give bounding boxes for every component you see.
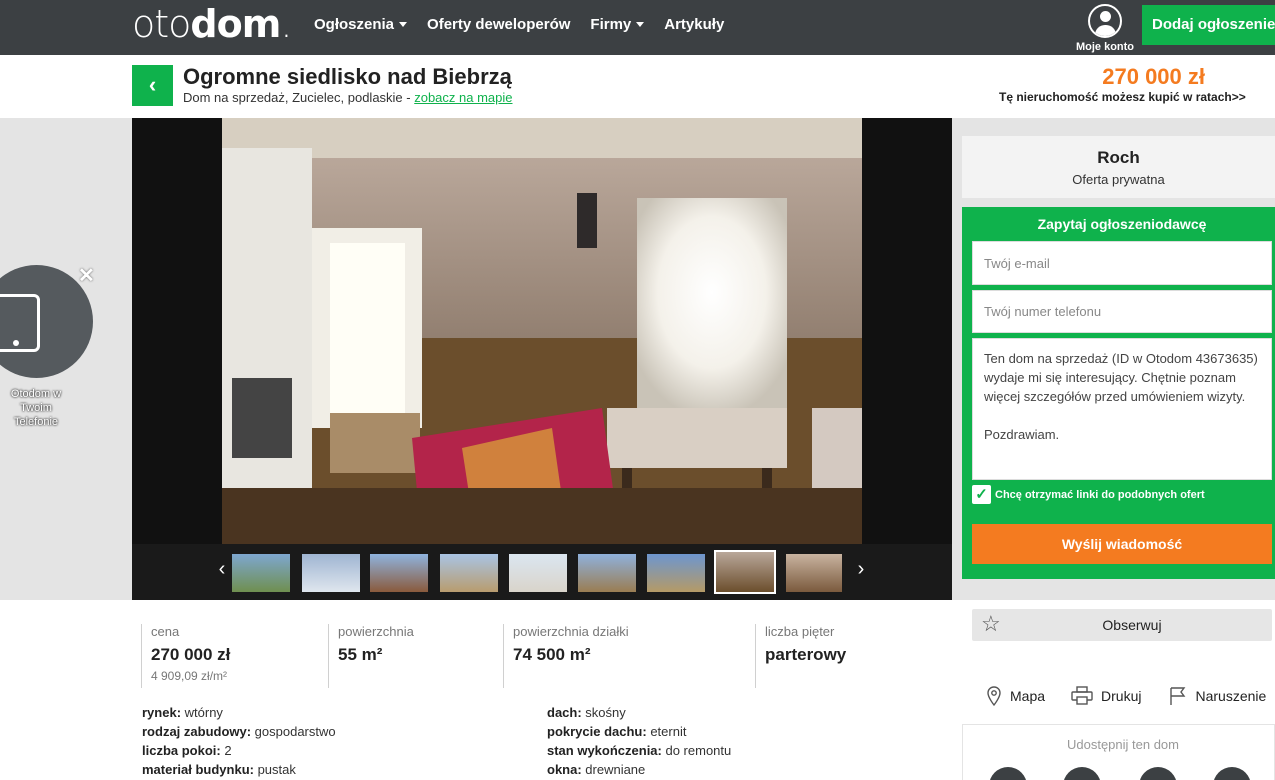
stat-plot-area: powierzchnia działki 74 500 m² xyxy=(503,624,755,688)
detail-row: materiał budynku: pustak xyxy=(142,762,296,777)
chevron-down-icon xyxy=(399,22,408,27)
detail-row: rodzaj zabudowy: gospodarstwo xyxy=(142,724,336,739)
checkmark-icon: ✓ xyxy=(972,485,991,504)
stat-plot-area-value: 74 500 m² xyxy=(513,645,591,664)
thumbnail-active[interactable] xyxy=(714,550,776,594)
details-left: rynek: wtórny rodzaj zabudowy: gospodars… xyxy=(142,703,336,779)
stat-price-per-m2: 4 909,09 zł/m² xyxy=(151,669,228,683)
email-icon[interactable] xyxy=(1213,767,1251,780)
print-action-label: Drukuj xyxy=(1101,688,1142,704)
stat-area: powierzchnia 55 m² xyxy=(328,624,503,688)
thumbnail[interactable] xyxy=(370,554,428,592)
user-avatar-icon xyxy=(1088,4,1122,38)
detail-row: pokrycie dachu: eternit xyxy=(547,724,687,739)
map-pin-icon xyxy=(987,686,1001,706)
seller-card: Roch Oferta prywatna xyxy=(962,136,1275,198)
message-textarea[interactable]: Ten dom na sprzedaż (ID w Otodom 4367363… xyxy=(972,338,1272,480)
detail-row: stan wykończenia: do remontu xyxy=(547,743,732,758)
seller-type: Oferta prywatna xyxy=(1072,172,1165,187)
stat-floors-label: liczba pięter xyxy=(765,624,835,639)
listing-title: Ogromne siedlisko nad Biebrzą xyxy=(183,64,512,89)
observe-label: Obserwuj xyxy=(1102,617,1162,633)
detail-row: dach: skośny xyxy=(547,705,626,720)
seller-name: Roch xyxy=(1097,148,1140,167)
listing-location: Dom na sprzedaż, Zucielec, podlaskie - z… xyxy=(183,90,513,105)
nav-item-ogloszenia[interactable]: Ogłoszenia xyxy=(314,16,408,33)
details-right: dach: skośny pokrycie dachu: eternit sta… xyxy=(547,703,731,779)
stat-area-value: 55 m² xyxy=(338,645,383,664)
stat-price-label: cena xyxy=(151,624,180,639)
thumbnail[interactable] xyxy=(302,554,360,592)
stat-price: cena 270 000 zł 4 909,09 zł/m² xyxy=(141,624,328,688)
stat-price-value: 270 000 zł xyxy=(151,645,231,664)
nav-item-firmy[interactable]: Firmy xyxy=(590,16,645,33)
stat-plot-area-label: powierzchnia działki xyxy=(513,624,629,639)
phone-field[interactable] xyxy=(972,290,1272,333)
facebook-icon[interactable] xyxy=(1063,767,1101,780)
chevron-left-icon: ‹ xyxy=(148,72,157,97)
thumbnail[interactable] xyxy=(647,554,705,592)
detail-row: okna: drewniane xyxy=(547,762,646,777)
listing-price: 270 000 zł xyxy=(1102,64,1205,89)
stat-area-label: powierzchnia xyxy=(338,624,414,639)
nav-item-artykuly[interactable]: Artykuły xyxy=(664,16,724,33)
share-label: Udostępnij ten dom xyxy=(1066,737,1179,752)
back-button[interactable]: ‹ xyxy=(132,65,173,106)
mobile-app-promo-label: Otodom w Twoim Telefonie xyxy=(10,388,62,428)
close-icon[interactable]: ✕ xyxy=(78,263,95,288)
contact-form-title: Zapytaj ogłoszeniodawcę xyxy=(1037,216,1207,232)
installments-link[interactable]: Tę nieruchomość możesz kupić w ratach>> xyxy=(999,90,1246,104)
thumbnail[interactable] xyxy=(440,554,498,592)
observe-button[interactable]: ☆ Obserwuj xyxy=(972,609,1272,641)
google-plus-icon[interactable] xyxy=(1139,767,1177,780)
chevron-down-icon xyxy=(636,22,645,27)
printer-icon xyxy=(1071,686,1093,705)
print-action[interactable]: Drukuj xyxy=(1071,686,1142,706)
email-field[interactable] xyxy=(972,241,1272,285)
tablet-icon xyxy=(0,294,40,352)
stat-floors-value: parterowy xyxy=(765,645,847,664)
similar-offers-checkbox[interactable]: ✓ Chcę otrzymać linki do podobnych ofert xyxy=(972,485,1205,504)
share-box: Udostępnij ten dom xyxy=(962,724,1275,780)
report-action-label: Naruszenie xyxy=(1195,688,1267,704)
detail-row: rynek: wtórny xyxy=(142,705,223,720)
thumbnail-prev-arrow[interactable]: ‹ xyxy=(212,558,232,586)
thumbnail[interactable] xyxy=(578,554,636,592)
my-account-label: Moje konto xyxy=(1075,41,1135,53)
send-message-button[interactable]: Wyślij wiadomość xyxy=(972,524,1272,564)
main-photo[interactable] xyxy=(222,118,862,544)
thumbnail[interactable] xyxy=(232,554,290,592)
thumbnail-next-arrow[interactable]: › xyxy=(851,558,871,586)
my-account-link[interactable]: Moje konto xyxy=(1072,4,1138,53)
detail-row: liczba pokoi: 2 xyxy=(142,743,232,758)
top-navigation-bar: otodom. Ogłoszenia Oferty deweloperów Fi… xyxy=(0,0,1275,55)
stat-floors: liczba pięter parterowy xyxy=(755,624,945,688)
twitter-icon[interactable] xyxy=(989,767,1027,780)
contact-form: Zapytaj ogłoszeniodawcę Ten dom na sprze… xyxy=(962,207,1275,579)
see-on-map-link[interactable]: zobacz na mapie xyxy=(414,90,512,105)
map-action[interactable]: Mapa xyxy=(986,686,1045,706)
similar-offers-label: Chcę otrzymać linki do podobnych ofert xyxy=(995,488,1205,501)
main-nav: Ogłoszenia Oferty deweloperów Firmy Arty… xyxy=(314,16,724,33)
thumbnail[interactable] xyxy=(786,554,842,592)
report-action[interactable]: Naruszenie xyxy=(1168,686,1267,706)
thumbnail[interactable] xyxy=(509,554,567,592)
otodom-logo[interactable]: otodom. xyxy=(132,2,292,46)
map-action-label: Mapa xyxy=(1010,688,1046,704)
listing-actions: Mapa Drukuj Naruszenie xyxy=(986,686,1266,706)
nav-item-oferty-deweloperow[interactable]: Oferty deweloperów xyxy=(427,16,570,33)
add-listing-button[interactable]: Dodaj ogłoszenie xyxy=(1142,5,1275,45)
photo-gallery: ‹ › xyxy=(132,118,952,600)
thumbnail-strip: ‹ › xyxy=(132,544,952,600)
flag-icon xyxy=(1169,687,1185,705)
